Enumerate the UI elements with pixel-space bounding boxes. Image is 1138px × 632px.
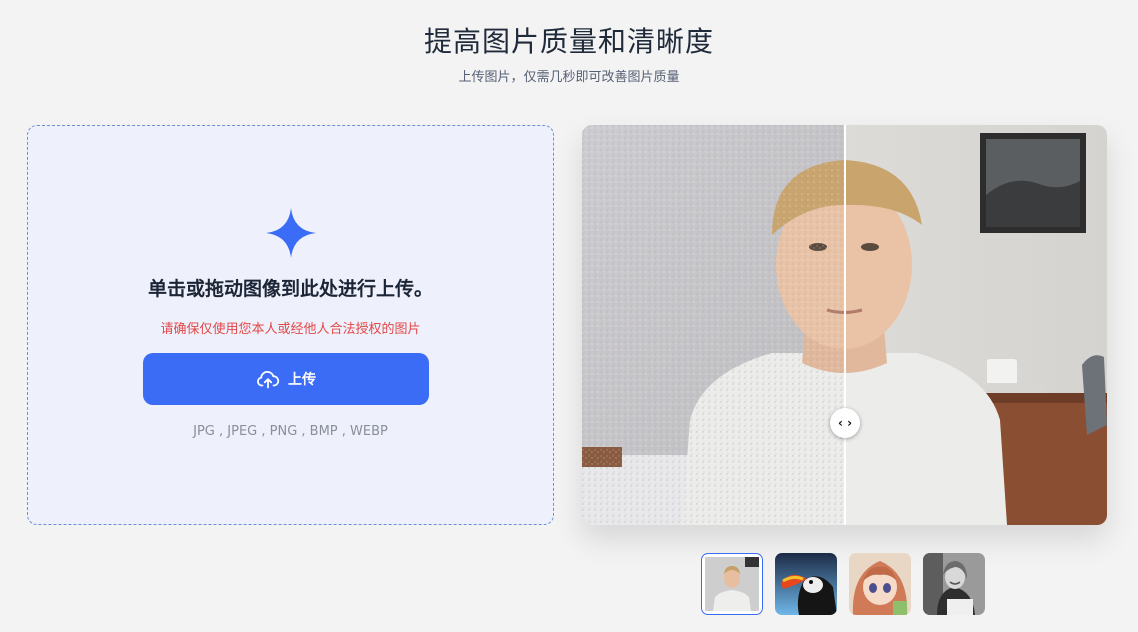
anime-thumb-image: [849, 553, 911, 615]
upload-button-label: 上传: [288, 372, 316, 388]
sample-thumb-portrait[interactable]: [701, 553, 763, 615]
puffin-thumb-image: [775, 553, 837, 615]
upload-button[interactable]: 上传: [143, 353, 429, 405]
page-subtitle: 上传图片，仅需几秒即可改善图片质量: [458, 70, 680, 85]
portrait-thumb-image: [705, 557, 759, 611]
woman-thumb-image: [923, 553, 985, 615]
sparkle-icon: [266, 208, 316, 258]
supported-formats: JPG , JPEG , PNG , BMP , WEBP: [193, 424, 388, 439]
sample-thumb-anime[interactable]: [849, 553, 911, 615]
page-title: 提高图片质量和清晰度: [423, 25, 714, 58]
sample-thumb-woman[interactable]: [923, 553, 985, 615]
sample-thumb-puffin[interactable]: [775, 553, 837, 615]
upload-prompt: 单击或拖动图像到此处进行上传。: [147, 278, 433, 300]
upload-dropzone[interactable]: 单击或拖动图像到此处进行上传。 请确保仅使用您本人或经他人合法授权的图片 上传 …: [27, 125, 554, 525]
legal-warning: 请确保仅使用您本人或经他人合法授权的图片: [160, 322, 421, 337]
comparison-divider[interactable]: [844, 125, 846, 525]
left-right-arrows-icon[interactable]: ‹ ›: [830, 408, 860, 438]
before-after-comparison[interactable]: ‹ ›: [582, 125, 1107, 525]
cloud-upload-icon: [257, 370, 280, 389]
